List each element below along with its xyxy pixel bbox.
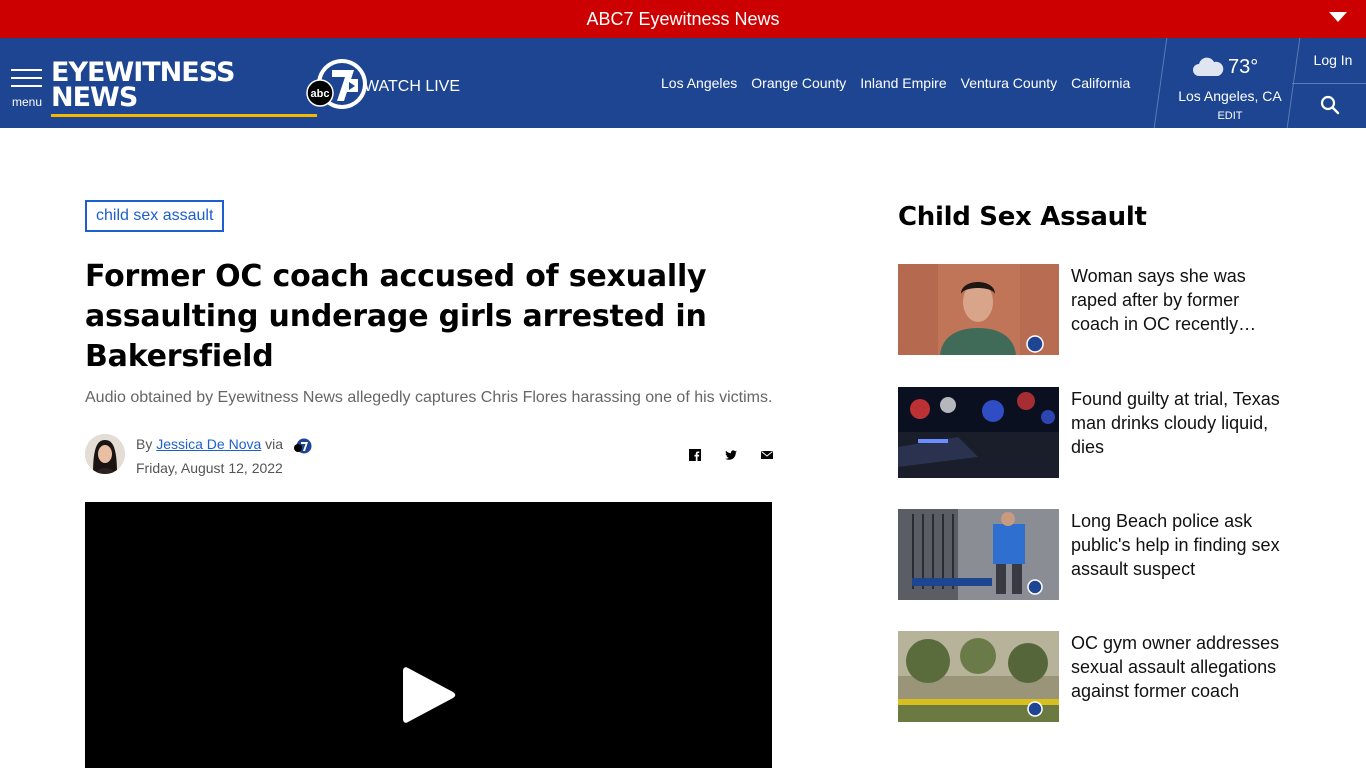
logo-underline xyxy=(51,114,317,117)
svg-text:abc: abc xyxy=(311,88,330,100)
nav-link-orange-county[interactable]: Orange County xyxy=(751,75,846,91)
main-nav: menu EYEWITNESS NEWS abc WATCH LIVE Los … xyxy=(0,38,1366,128)
sidebar-story[interactable]: Found guilty at trial, Texas man drinks … xyxy=(898,387,1318,479)
chevron-down-icon[interactable] xyxy=(1329,12,1347,22)
logo-line2: NEWS xyxy=(51,82,138,113)
story-thumbnail[interactable] xyxy=(898,631,1059,722)
video-player[interactable] xyxy=(85,502,772,768)
nav-links: Los Angeles Orange County Inland Empire Ven… xyxy=(661,75,1144,91)
abc7-logo-icon xyxy=(293,438,312,454)
story-thumbnail[interactable] xyxy=(898,264,1059,355)
menu-label: menu xyxy=(12,95,43,109)
cloud-icon xyxy=(1193,57,1224,76)
watch-live-button[interactable]: WATCH LIVE xyxy=(345,78,460,96)
story-headline[interactable]: Woman says she was raped after by former… xyxy=(1071,264,1286,336)
weather-temp: 73° xyxy=(1228,56,1259,78)
weather-location: Los Angeles, CA xyxy=(1178,88,1282,104)
byline: By Jessica De Nova via xyxy=(136,436,313,454)
story-thumbnail[interactable] xyxy=(898,387,1059,478)
divider xyxy=(1292,83,1366,84)
facebook-icon[interactable] xyxy=(688,448,702,462)
play-icon xyxy=(345,79,358,92)
nav-link-california[interactable]: California xyxy=(1071,75,1130,91)
story-headline[interactable]: Found guilty at trial, Texas man drinks … xyxy=(1071,387,1286,459)
eyewitness-news-logo[interactable]: EYEWITNESS NEWS abc xyxy=(51,58,367,118)
sidebar-story[interactable]: Long Beach police ask public's help in f… xyxy=(898,509,1318,601)
author-link[interactable]: Jessica De Nova xyxy=(156,436,261,452)
category-tag[interactable]: child sex assault xyxy=(85,200,225,232)
watch-live-label: WATCH LIVE xyxy=(364,78,461,95)
divider xyxy=(1153,38,1168,128)
search-icon[interactable] xyxy=(1320,95,1340,115)
email-icon[interactable] xyxy=(760,448,774,462)
story-headline[interactable]: Long Beach police ask public's help in f… xyxy=(1071,509,1286,581)
top-banner[interactable]: ABC7 Eyewitness News xyxy=(0,0,1366,38)
sidebar-story[interactable]: OC gym owner addresses sexual assault al… xyxy=(898,631,1318,723)
story-thumbnail[interactable] xyxy=(898,509,1059,600)
story-headline[interactable]: OC gym owner addresses sexual assault al… xyxy=(1071,631,1286,703)
login-link[interactable]: Log In xyxy=(1300,52,1366,68)
weather-edit-link[interactable]: EDIT xyxy=(1172,110,1288,122)
nav-link-inland-empire[interactable]: Inland Empire xyxy=(860,75,946,91)
article-dek: Audio obtained by Eyewitness News allege… xyxy=(85,389,773,406)
twitter-icon[interactable] xyxy=(724,448,738,462)
sidebar-story[interactable]: Woman says she was raped after by former… xyxy=(898,264,1318,356)
nav-link-los-angeles[interactable]: Los Angeles xyxy=(661,75,737,91)
byline-prefix: By xyxy=(136,436,153,452)
publish-date: Friday, August 12, 2022 xyxy=(136,460,283,476)
play-icon[interactable] xyxy=(402,664,456,726)
nav-link-ventura-county[interactable]: Ventura County xyxy=(961,75,1058,91)
article-headline: Former OC coach accused of sexually assa… xyxy=(85,259,707,374)
byline-via: via xyxy=(265,436,284,452)
menu-button[interactable]: menu xyxy=(11,69,43,109)
author-avatar[interactable] xyxy=(85,434,125,474)
banner-title: ABC7 Eyewitness News xyxy=(586,9,780,29)
sidebar-title: Child Sex Assault xyxy=(898,202,1147,232)
